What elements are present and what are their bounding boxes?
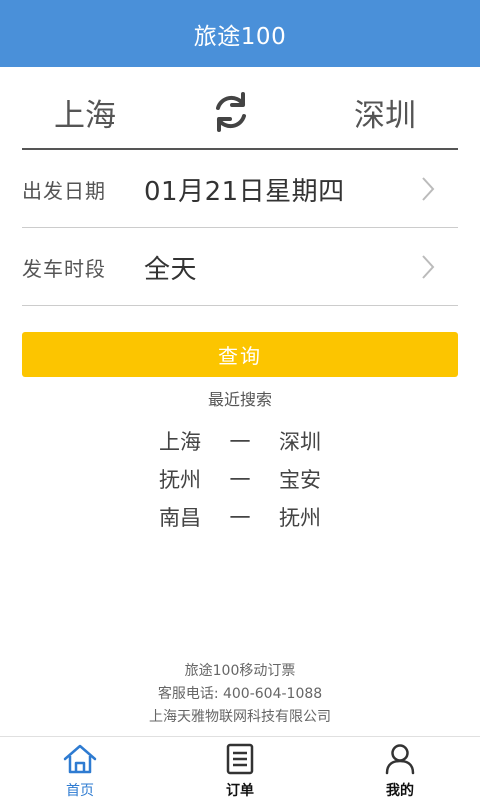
recent-separator: 一 (229, 430, 251, 454)
departure-period-row[interactable]: 发车时段 全天 (22, 229, 458, 306)
recent-from: 抚州 (159, 468, 201, 492)
footer: 旅途100移动订票 客服电话: 400-604-1088 上海天雅物联网科技有限… (0, 660, 480, 729)
footer-company: 上海天雅物联网科技有限公司 (149, 709, 331, 725)
recent-search-list: 上海 一 深圳 抚州 一 宝安 南昌 一 抚州 (0, 422, 480, 536)
recent-separator: 一 (229, 468, 251, 492)
tab-orders[interactable]: 订单 (160, 737, 320, 801)
orders-icon (222, 742, 258, 776)
profile-icon (382, 742, 418, 776)
recent-from: 上海 (159, 430, 201, 454)
recent-search-title: 最近搜索 (207, 390, 272, 409)
app-title: 旅途100 (193, 23, 287, 50)
swap-refresh-icon (216, 92, 246, 132)
arrival-city[interactable]: 深圳 (312, 90, 458, 135)
chevron-right-icon (416, 252, 440, 282)
recent-search-item[interactable]: 抚州 一 宝安 (0, 460, 480, 498)
chevron-right-icon (416, 174, 440, 204)
home-icon (62, 742, 98, 776)
tab-profile[interactable]: 我的 (320, 737, 480, 801)
departure-city[interactable]: 上海 (12, 90, 158, 135)
recent-to: 深圳 (279, 430, 321, 454)
departure-period-label: 发车时段 (22, 256, 106, 281)
tab-home-label: 首页 (66, 783, 94, 799)
footer-service-name: 旅途100移动订票 (184, 663, 296, 679)
footer-hotline: 客服电话: 400-604-1088 (157, 686, 323, 702)
bottom-tab-bar: 首页 订单 我的 (0, 736, 480, 801)
route-selector: 上海 深圳 (22, 76, 458, 150)
swap-button[interactable] (158, 76, 304, 148)
recent-separator: 一 (229, 506, 251, 530)
recent-search-item[interactable]: 上海 一 深圳 (0, 422, 480, 460)
recent-to: 宝安 (279, 468, 321, 492)
tab-home[interactable]: 首页 (0, 737, 160, 801)
departure-date-row[interactable]: 出发日期 01月21日星期四 (22, 151, 458, 228)
recent-search-item[interactable]: 南昌 一 抚州 (0, 498, 480, 536)
recent-from: 南昌 (159, 506, 201, 530)
tab-profile-label: 我的 (386, 783, 414, 799)
app-bar: 旅途100 (0, 0, 480, 67)
departure-date-label: 出发日期 (22, 178, 106, 203)
query-button[interactable]: 查询 (22, 332, 458, 377)
departure-period-value: 全天 (144, 254, 198, 285)
recent-to: 抚州 (279, 506, 321, 530)
tab-orders-label: 订单 (226, 783, 254, 799)
departure-date-value: 01月21日星期四 (144, 176, 345, 207)
